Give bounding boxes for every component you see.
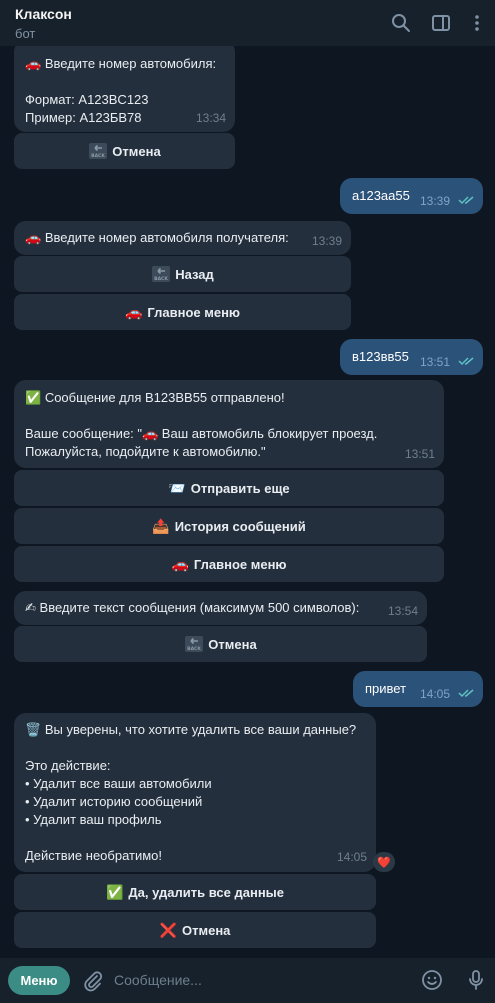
message-time: 13:39 bbox=[311, 234, 342, 248]
message-time: 13:51 bbox=[404, 447, 435, 461]
chat-window: 🚗 Введите номер автомобиля: Формат: A123… bbox=[0, 0, 495, 1003]
check-emoji: ✅ bbox=[105, 884, 124, 900]
user-message: а123аа55 13:39 bbox=[340, 178, 483, 214]
button-label: Главное меню bbox=[193, 556, 287, 572]
double-check-icon bbox=[458, 195, 476, 205]
message-history-button[interactable]: 📤 История сообщений bbox=[14, 508, 444, 544]
double-check-icon bbox=[458, 688, 476, 698]
message-time: 13:34 bbox=[195, 111, 226, 125]
user-message: в123вв55 13:51 bbox=[340, 339, 483, 375]
heart-reaction[interactable]: ❤️ bbox=[373, 852, 395, 872]
car-emoji: 🚗 bbox=[25, 230, 42, 245]
message-time: 13:54 bbox=[387, 604, 418, 618]
message-composer: Меню bbox=[0, 958, 495, 1003]
message-text: ✅ Сообщение для В123ВВ55 отправлено! Ваш… bbox=[25, 390, 378, 459]
chat-subtitle: бот bbox=[15, 26, 36, 41]
main-menu-button[interactable]: 🚗 Главное меню bbox=[14, 294, 351, 330]
menu-button[interactable]: Меню bbox=[8, 966, 70, 995]
car-emoji: 🚗 bbox=[25, 56, 42, 71]
bot-message: 🚗 Введите номер автомобиля получателя: 1… bbox=[14, 221, 351, 255]
button-label: Главное меню bbox=[147, 304, 241, 320]
envelope-emoji: 📨 bbox=[168, 480, 186, 496]
bot-message: 🗑️ Вы уверены, что хотите удалить все ва… bbox=[14, 713, 376, 872]
more-icon[interactable] bbox=[466, 12, 488, 34]
chat-header[interactable]: Клаксон бот bbox=[0, 0, 495, 46]
button-label: Отмена bbox=[208, 636, 257, 652]
message-time: 13:51 bbox=[420, 355, 451, 369]
outbox-emoji: 📤 bbox=[152, 518, 170, 534]
message-text: привет bbox=[365, 681, 407, 696]
message-text: ✍ Введите текст сообщения (максимум 500 … bbox=[25, 600, 360, 615]
bot-message: 🚗 Введите номер автомобиля: Формат: A123… bbox=[14, 40, 235, 132]
back-button[interactable]: BACK Назад bbox=[14, 256, 351, 292]
button-label: Отмена bbox=[112, 143, 161, 159]
button-label: Назад bbox=[175, 266, 214, 282]
button-label: Отправить еще bbox=[190, 480, 290, 496]
double-check-icon bbox=[458, 356, 476, 366]
svg-text:BACK: BACK bbox=[154, 276, 168, 282]
bot-message: ✅ Сообщение для В123ВВ55 отправлено! Ваш… bbox=[14, 380, 444, 468]
bot-message: ✍ Введите текст сообщения (максимум 500 … bbox=[14, 591, 427, 625]
wastebasket-emoji: 🗑️ bbox=[25, 722, 42, 737]
main-menu-button[interactable]: 🚗 Главное меню bbox=[14, 546, 444, 582]
message-list[interactable]: 🚗 Введите номер автомобиля: Формат: A123… bbox=[0, 0, 495, 958]
attach-icon[interactable] bbox=[81, 969, 105, 993]
heart-icon: ❤️ bbox=[377, 856, 391, 869]
button-label: Отмена bbox=[182, 922, 231, 938]
button-label: Да, удалить все данные bbox=[128, 884, 285, 900]
sidebar-toggle-icon[interactable] bbox=[430, 12, 452, 34]
message-time: 14:05 bbox=[336, 850, 367, 864]
car-emoji: 🚗 bbox=[171, 556, 189, 572]
mic-icon[interactable] bbox=[464, 968, 488, 992]
writing-hand-emoji: ✍ bbox=[25, 600, 36, 615]
back-icon: BACK bbox=[184, 635, 204, 653]
check-emoji: ✅ bbox=[25, 390, 42, 405]
svg-text:BACK: BACK bbox=[91, 153, 105, 159]
message-text: 🗑️ Вы уверены, что хотите удалить все ва… bbox=[25, 722, 357, 863]
message-text: в123вв55 bbox=[352, 349, 409, 364]
message-input[interactable] bbox=[114, 969, 404, 991]
message-text: а123аа55 bbox=[352, 188, 410, 203]
cancel-button[interactable]: ❌ Отмена bbox=[14, 912, 376, 948]
back-icon: BACK bbox=[151, 265, 171, 283]
send-again-button[interactable]: 📨 Отправить еще bbox=[14, 470, 444, 506]
user-message: привет 14:05 bbox=[353, 671, 483, 707]
message-time: 14:05 bbox=[420, 687, 451, 701]
button-label: История сообщений bbox=[174, 518, 306, 534]
emoji-icon[interactable] bbox=[420, 968, 444, 992]
car-emoji: 🚗 bbox=[124, 304, 143, 320]
search-icon[interactable] bbox=[390, 12, 412, 34]
cancel-button[interactable]: BACK Отмена bbox=[14, 626, 427, 662]
message-text: 🚗 Введите номер автомобиля получателя: bbox=[25, 230, 289, 245]
cross-emoji: ❌ bbox=[159, 922, 177, 938]
cancel-button[interactable]: BACK Отмена bbox=[14, 133, 235, 169]
confirm-delete-button[interactable]: ✅ Да, удалить все данные bbox=[14, 874, 376, 910]
back-icon: BACK bbox=[88, 142, 108, 160]
message-time: 13:39 bbox=[420, 194, 451, 208]
chat-title[interactable]: Клаксон bbox=[15, 6, 72, 22]
svg-text:BACK: BACK bbox=[187, 646, 201, 652]
